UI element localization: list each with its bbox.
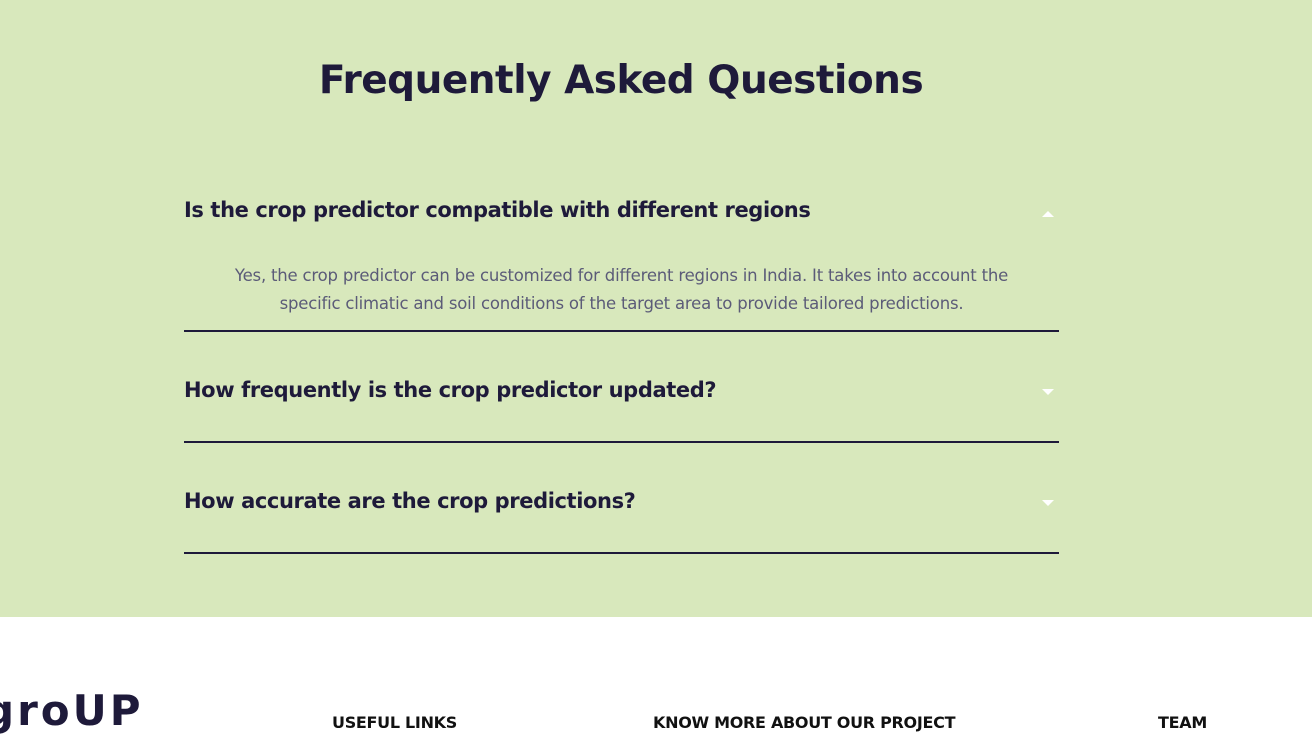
useful-links-heading: USEFUL LINKS <box>332 713 457 732</box>
faq-title: Frequently Asked Questions <box>318 58 924 103</box>
faq-answer-line: specific climatic and soil conditions of… <box>279 294 964 313</box>
faq-item: How accurate are the crop predictions? <box>184 483 1059 554</box>
team-heading: TEAM <box>1158 713 1207 732</box>
footer: groUP USEFUL LINKS KNOW MORE ABOUT OUR P… <box>0 617 1312 738</box>
faq-answer-line: Yes, the crop predictor can be customize… <box>234 266 1009 285</box>
faq-question[interactable]: How accurate are the crop predictions? <box>184 489 636 513</box>
faq-item: Is the crop predictor compatible with di… <box>184 190 1059 332</box>
caret-down-icon[interactable] <box>1041 387 1055 397</box>
faq-item: How frequently is the crop predictor upd… <box>184 372 1059 443</box>
caret-down-icon[interactable] <box>1041 498 1055 508</box>
caret-up-icon[interactable] <box>1041 209 1055 219</box>
project-heading: KNOW MORE ABOUT OUR PROJECT <box>653 713 956 732</box>
faq-answer: Yes, the crop predictor can be customize… <box>184 262 1059 318</box>
faq-section: Frequently Asked Questions Is the crop p… <box>0 0 1312 617</box>
logo[interactable]: groUP <box>0 687 144 735</box>
faq-question[interactable]: Is the crop predictor compatible with di… <box>184 198 811 222</box>
faq-question[interactable]: How frequently is the crop predictor upd… <box>184 378 717 402</box>
